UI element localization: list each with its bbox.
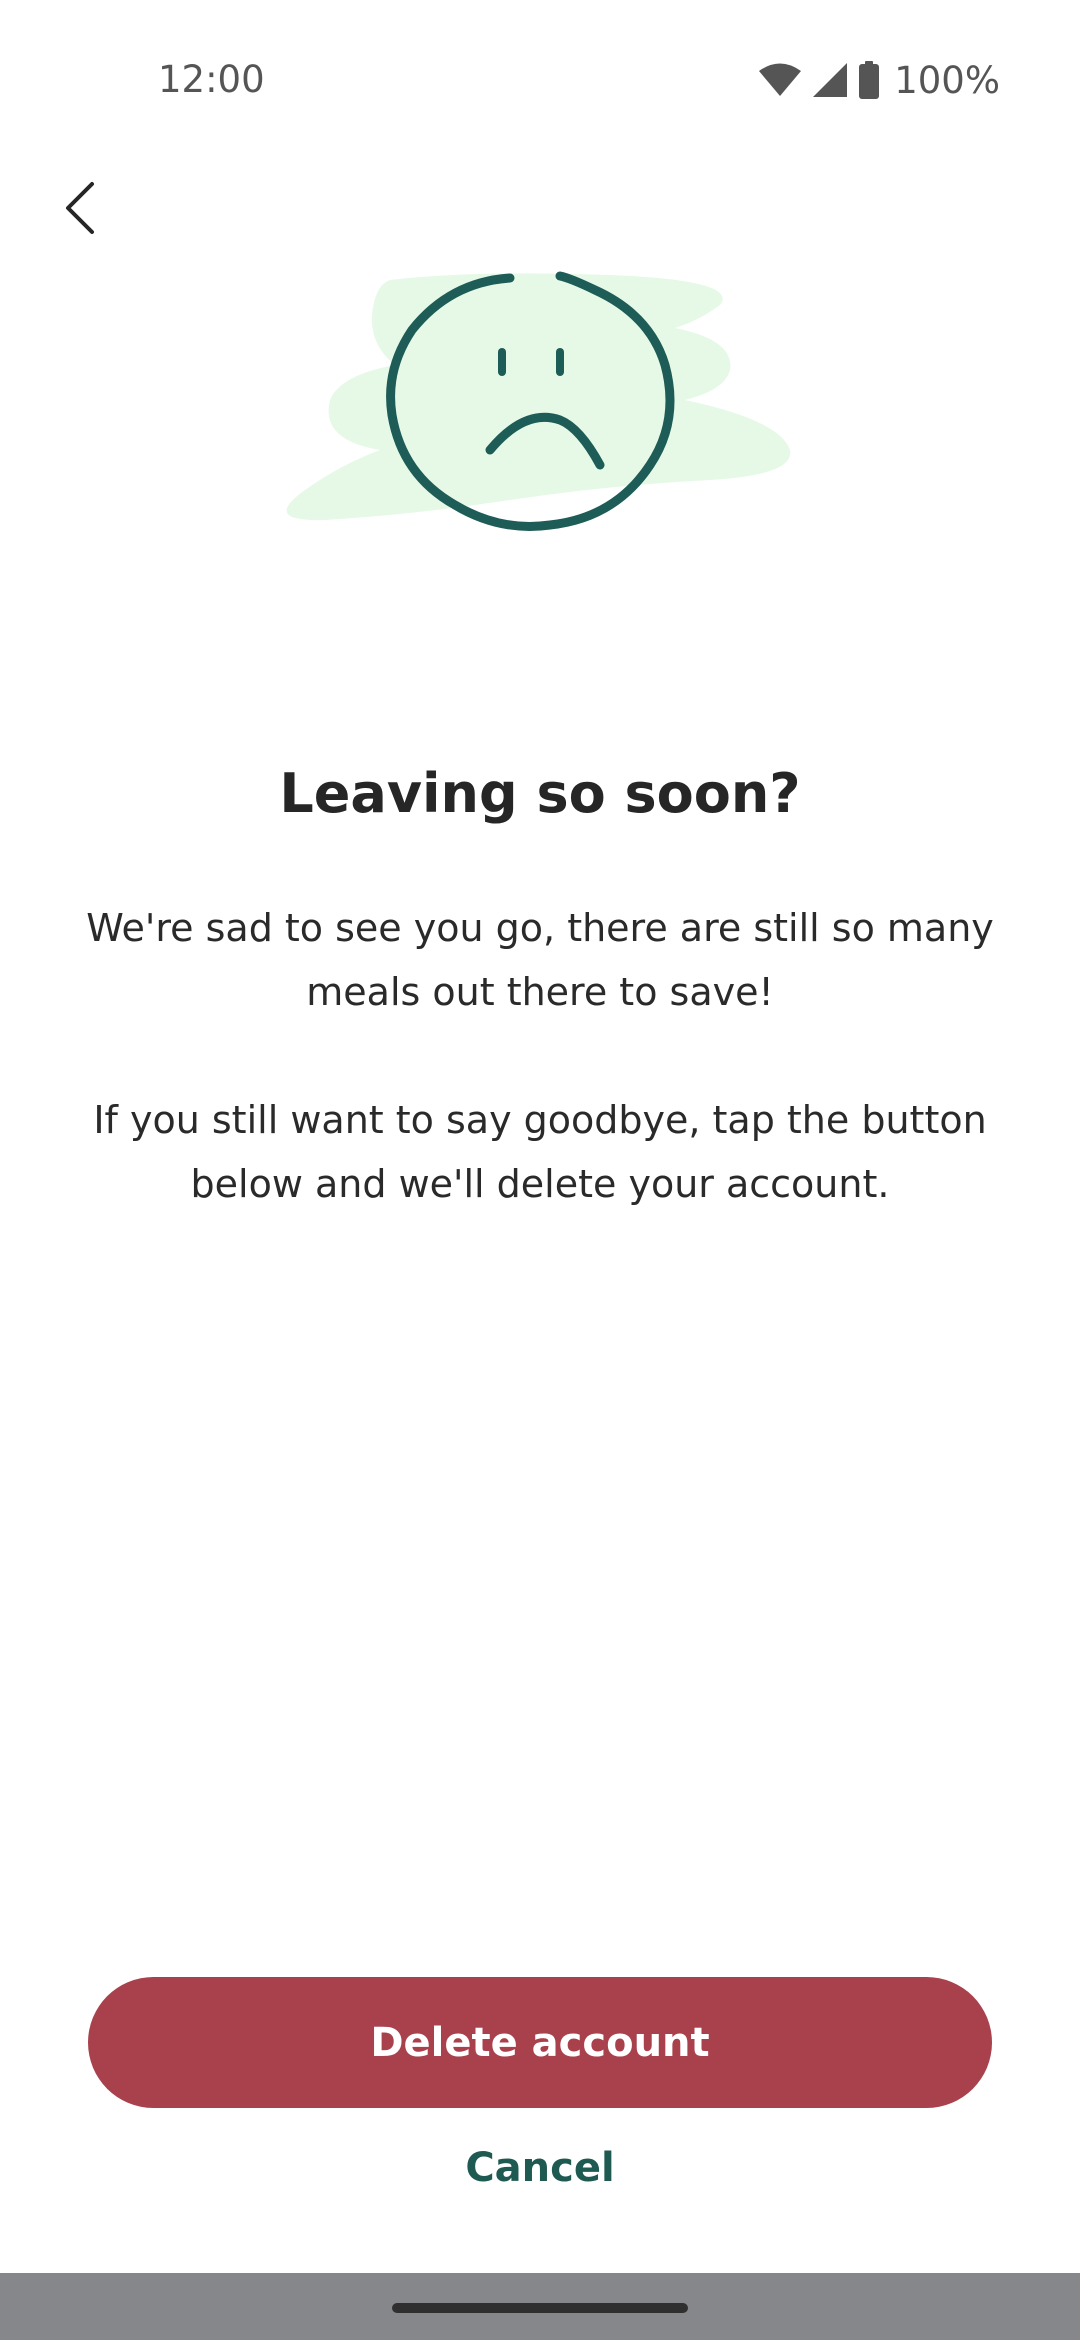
status-bar: 12:00 100% — [0, 0, 1080, 160]
sad-message-text: We're sad to see you go, there are still… — [86, 906, 994, 1014]
back-arrow-icon — [60, 178, 100, 242]
home-indicator[interactable] — [392, 2303, 688, 2313]
page-title: Leaving so soon? — [279, 762, 801, 825]
sad-face-icon — [286, 271, 791, 531]
status-time: 12:00 — [158, 58, 265, 101]
battery-percentage: 100% — [894, 58, 1000, 102]
navigation-bar — [0, 2273, 1080, 2340]
delete-account-button[interactable]: Delete account — [88, 1977, 992, 2108]
battery-icon — [858, 61, 880, 99]
sad-face-illustration — [280, 260, 800, 560]
signal-icon — [812, 62, 848, 98]
status-icons: 100% — [758, 58, 1000, 102]
delete-instructions-text: If you still want to say goodbye, tap th… — [93, 1098, 987, 1206]
delete-account-screen: 12:00 100% Leaving so soon? We're sad to… — [0, 0, 1080, 2340]
wifi-icon — [758, 62, 802, 98]
cancel-button[interactable]: Cancel — [340, 2130, 740, 2206]
back-button[interactable] — [40, 170, 120, 250]
illustration-blob — [286, 273, 791, 521]
